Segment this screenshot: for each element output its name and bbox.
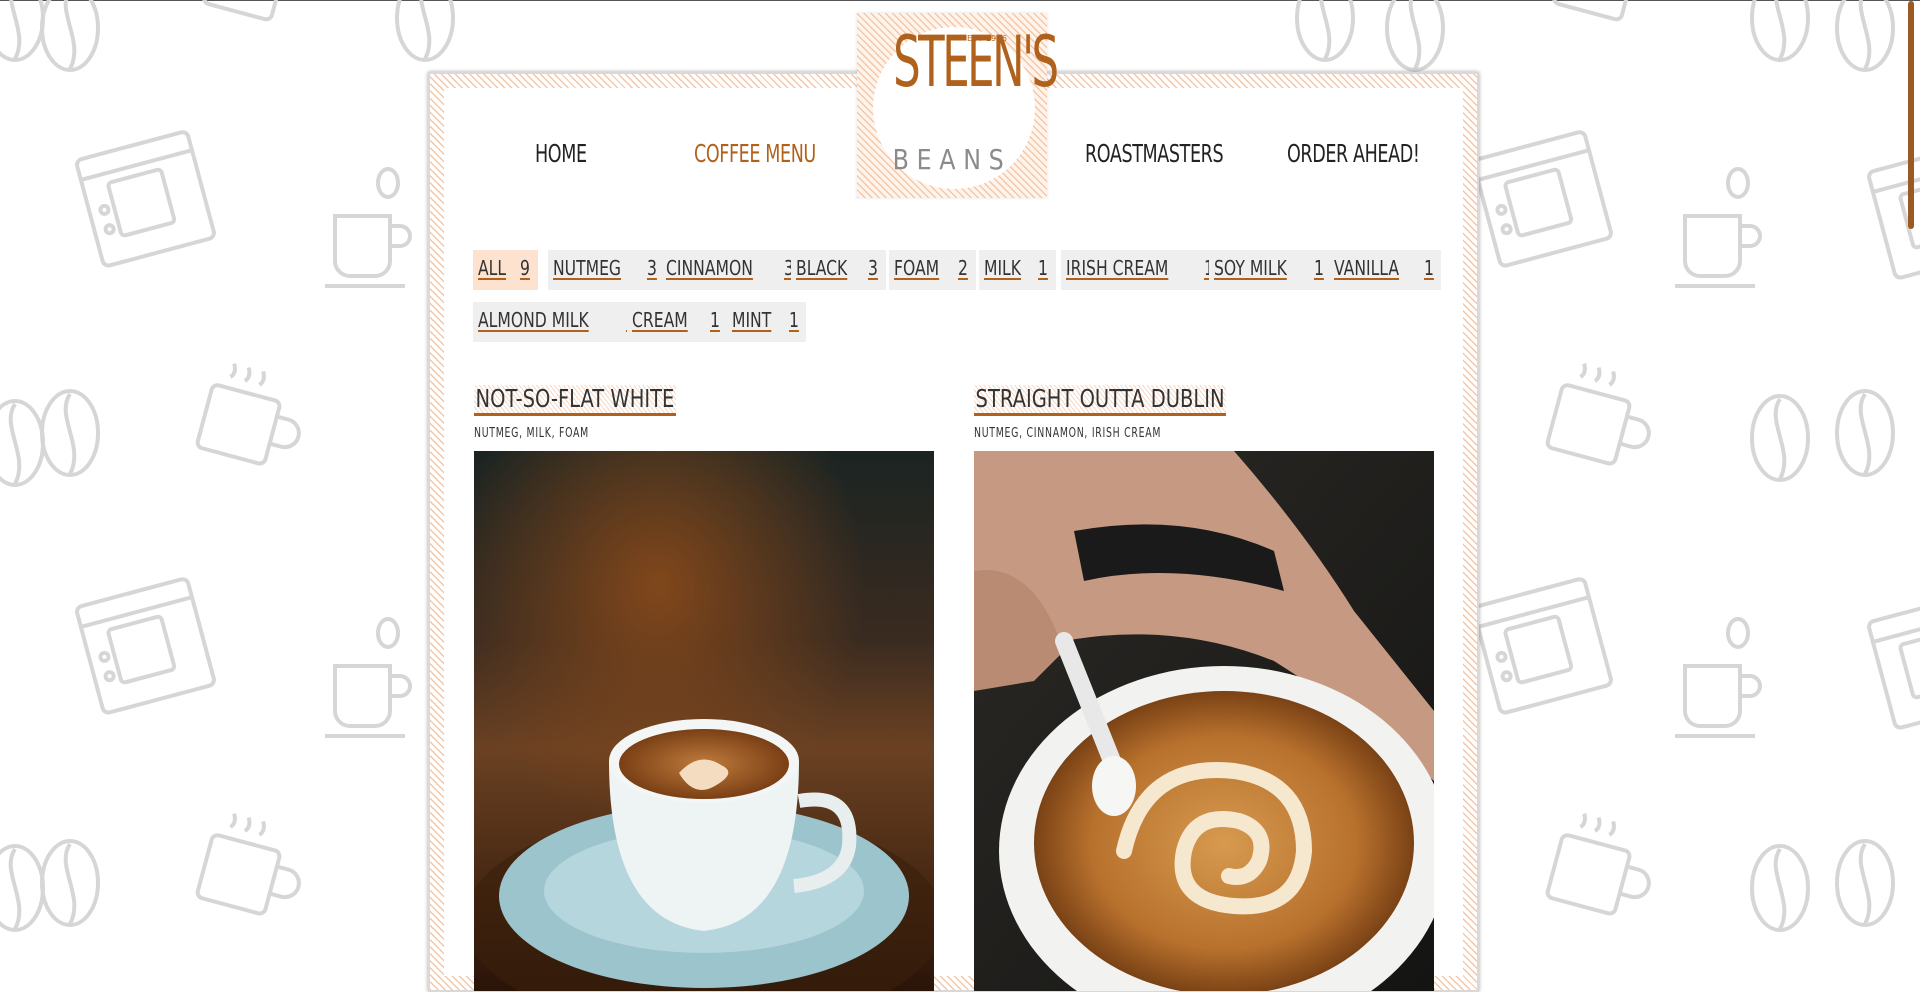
tag-label: CINNAMON bbox=[666, 256, 753, 280]
mug-icon bbox=[190, 811, 320, 931]
coffee-bean-icon bbox=[0, 0, 50, 66]
tag-almond-milk[interactable]: ALMOND MILK 1 bbox=[473, 302, 645, 342]
espresso-machine-icon bbox=[68, 119, 223, 279]
tag-milk[interactable]: MILK 1 bbox=[979, 250, 1056, 290]
coffee-cup-icon bbox=[320, 161, 420, 296]
coffee-bean-icon bbox=[0, 396, 50, 491]
nav-home[interactable]: HOME bbox=[535, 139, 587, 168]
tag-count: 1 bbox=[709, 308, 720, 332]
tag-all[interactable]: ALL 9 bbox=[473, 250, 539, 290]
espresso-machine-icon bbox=[68, 566, 223, 726]
tag-soy-milk[interactable]: SOY MILK 1 bbox=[1209, 250, 1332, 290]
nav-coffee-menu[interactable]: COFFEE MENU bbox=[694, 139, 816, 168]
coffee-bean-icon bbox=[1830, 386, 1900, 481]
tag-label: ALMOND MILK bbox=[478, 308, 589, 332]
site-logo[interactable]: STEEN'S EST 1996 BEANS bbox=[857, 13, 1059, 198]
tag-count: 1 bbox=[788, 308, 799, 332]
coffee-photo-flat-white[interactable] bbox=[474, 451, 934, 991]
tag-count: 9 bbox=[520, 256, 531, 280]
coffee-bean-icon bbox=[0, 841, 50, 936]
espresso-machine-icon bbox=[1465, 119, 1620, 279]
tag-cream[interactable]: CREAM 1 bbox=[627, 302, 728, 342]
nav-order-ahead[interactable]: ORDER AHEAD! bbox=[1287, 139, 1420, 168]
mug-icon bbox=[190, 0, 320, 41]
tag-label: FOAM bbox=[894, 256, 940, 280]
coffee-cup-icon bbox=[1670, 611, 1770, 746]
tag-mint[interactable]: MINT 1 bbox=[727, 302, 807, 342]
mug-icon bbox=[1540, 811, 1670, 931]
tag-count: 1 bbox=[1037, 256, 1048, 280]
tag-label: IRISH CREAM bbox=[1066, 256, 1169, 280]
tag-cinnamon[interactable]: CINNAMON 3 bbox=[661, 250, 802, 290]
mug-icon bbox=[190, 361, 320, 481]
tag-label: BLACK bbox=[796, 256, 848, 280]
logo-established: EST 1996 bbox=[967, 34, 1008, 43]
coffee-item-title[interactable]: STRAIGHT OUTTA DUBLIN bbox=[974, 385, 1227, 416]
espresso-machine-icon bbox=[1465, 566, 1620, 726]
coffee-bean-icon bbox=[1290, 0, 1360, 66]
mug-icon bbox=[1540, 0, 1670, 41]
nav-roastmasters[interactable]: ROASTMASTERS bbox=[1085, 139, 1224, 168]
coffee-bean-icon bbox=[390, 0, 460, 66]
tag-count: 1 bbox=[1423, 256, 1434, 280]
tag-label: ALL bbox=[478, 256, 507, 280]
tag-label: MINT bbox=[732, 308, 772, 332]
tag-vanilla[interactable]: VANILLA 1 bbox=[1329, 250, 1442, 290]
coffee-bean-icon bbox=[35, 0, 105, 76]
coffee-bean-icon bbox=[1745, 841, 1815, 936]
coffee-bean-icon bbox=[1380, 0, 1450, 76]
coffee-cup-icon bbox=[1670, 161, 1770, 296]
coffee-item-ingredients: NUTMEG, MILK, FOAM bbox=[474, 426, 589, 441]
coffee-bean-icon bbox=[35, 836, 105, 931]
coffee-bean-icon bbox=[1830, 0, 1900, 76]
tag-label: CREAM bbox=[632, 308, 688, 332]
tag-count: 3 bbox=[868, 256, 879, 280]
coffee-bean-icon bbox=[1745, 391, 1815, 486]
scrollbar[interactable] bbox=[1906, 1, 1920, 970]
tag-label: VANILLA bbox=[1334, 256, 1400, 280]
coffee-cup-icon bbox=[320, 611, 420, 746]
tag-irish-cream[interactable]: IRISH CREAM 1 bbox=[1061, 250, 1222, 290]
coffee-bean-icon bbox=[35, 386, 105, 481]
tag-foam[interactable]: FOAM 2 bbox=[889, 250, 976, 290]
coffee-bean-icon bbox=[1830, 836, 1900, 931]
coffee-bean-icon bbox=[1745, 0, 1815, 66]
tag-count: 1 bbox=[1313, 256, 1324, 280]
tag-label: MILK bbox=[984, 256, 1021, 280]
scrollbar-thumb[interactable] bbox=[1908, 1, 1914, 229]
tag-count: 3 bbox=[646, 256, 657, 280]
tag-nutmeg[interactable]: NUTMEG 3 bbox=[548, 250, 665, 290]
tag-count: 2 bbox=[958, 256, 969, 280]
coffee-photo-irish-latte[interactable] bbox=[974, 451, 1434, 991]
mug-icon bbox=[1540, 361, 1670, 481]
coffee-item-title[interactable]: NOT-SO-FLAT WHITE bbox=[474, 385, 676, 416]
tag-black[interactable]: BLACK 3 bbox=[791, 250, 886, 290]
coffee-item-ingredients: NUTMEG, CINNAMON, IRISH CREAM bbox=[974, 426, 1162, 441]
logo-subtitle: BEANS bbox=[892, 143, 1012, 176]
tag-label: SOY MILK bbox=[1214, 256, 1287, 280]
tag-label: NUTMEG bbox=[553, 256, 622, 280]
